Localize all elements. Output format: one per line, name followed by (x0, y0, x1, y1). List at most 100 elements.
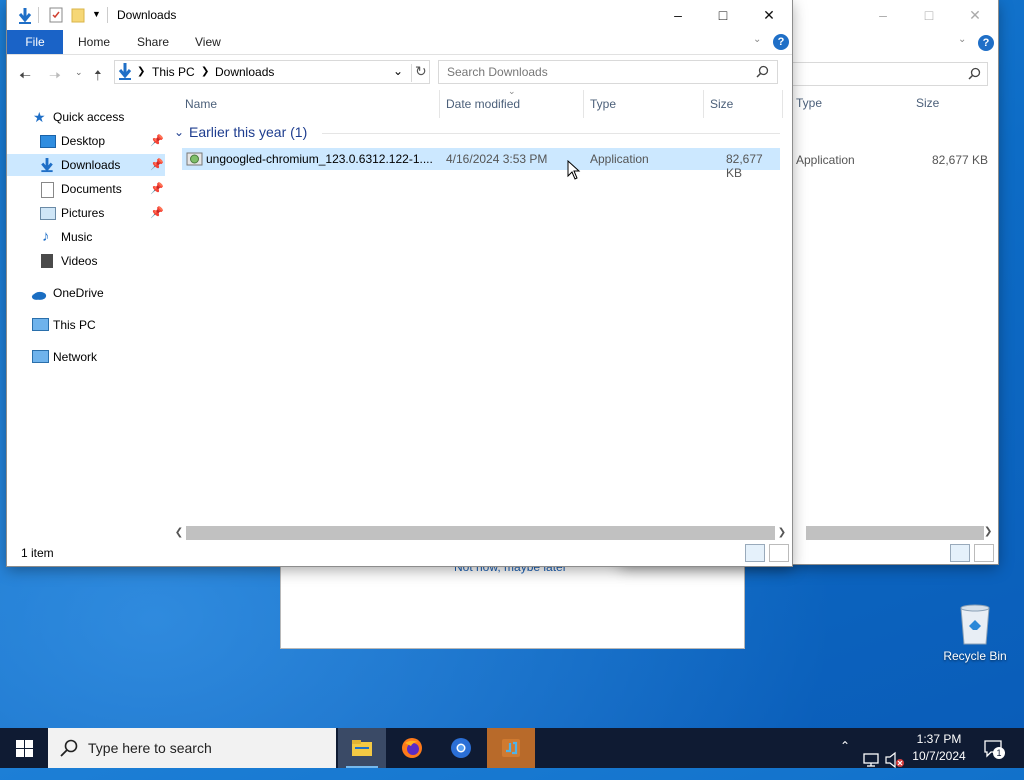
tab-share[interactable]: Share (137, 30, 169, 54)
back-minimize-button[interactable]: – (860, 0, 906, 30)
nav-item-onedrive[interactable]: OneDrive (7, 282, 165, 304)
app-icon (502, 739, 520, 757)
item-count: 1 item (21, 546, 54, 560)
search-icon[interactable] (756, 65, 769, 78)
pin-icon[interactable]: 📌 (150, 178, 164, 200)
back-maximize-button[interactable]: □ (906, 0, 952, 30)
titlebar-divider (38, 7, 39, 23)
navigation-bar: 🠠 🠢 ⌄ 🠡 ❯ This PC ❯ Downloads ⌄ ↻ Search… (7, 55, 792, 91)
address-bar[interactable]: ❯ This PC ❯ Downloads ⌄ ↻ (114, 60, 430, 84)
tab-file[interactable]: File (7, 30, 63, 54)
nav-item-videos[interactable]: Videos (7, 250, 165, 272)
downloads-folder-icon (18, 8, 32, 24)
explorer-window[interactable]: ▼ Downloads – □ ✕ File Home Share View ⌄… (7, 0, 792, 566)
address-dropdown-icon[interactable]: ⌄ (393, 64, 403, 78)
breadcrumb-downloads[interactable]: Downloads (215, 65, 274, 79)
ribbon-expand-icon[interactable]: ⌄ (753, 34, 761, 45)
computer-icon (32, 318, 49, 331)
nav-item-desktop[interactable]: Desktop 📌 (7, 130, 165, 152)
breadcrumb-separator-icon[interactable]: ❯ (137, 66, 145, 77)
group-header[interactable]: Earlier this year (1) (189, 124, 307, 140)
scrollbar-thumb[interactable] (186, 526, 775, 540)
up-arrow-icon[interactable]: 🠡 (94, 65, 102, 89)
refresh-icon[interactable]: ↻ (415, 63, 427, 80)
quick-access-toolbar-dropdown-icon[interactable]: ▼ (92, 9, 101, 19)
taskbar-chromium[interactable] (437, 728, 485, 768)
table-row[interactable]: ungoogled-chromium_123.0.6312.122-1.... … (182, 148, 780, 180)
back-tiles-view-button[interactable] (974, 544, 994, 562)
file-date-modified: 4/16/2024 3:53 PM (446, 152, 548, 166)
recent-locations-dropdown-icon[interactable]: ⌄ (75, 67, 83, 78)
tab-view[interactable]: View (195, 30, 221, 54)
back-col-size[interactable]: Size (916, 96, 939, 110)
horizontal-scrollbar[interactable]: ❮ ❯ (172, 526, 789, 540)
forward-arrow-icon[interactable]: 🠢 (49, 65, 61, 89)
breadcrumb-separator-icon-2[interactable]: ❯ (201, 66, 209, 77)
pin-icon[interactable]: 📌 (150, 154, 164, 176)
column-type[interactable]: Type (590, 92, 616, 116)
nav-item-label: Music (61, 230, 93, 244)
column-divider[interactable] (439, 90, 440, 118)
help-icon[interactable]: ? (773, 34, 789, 50)
taskbar-app[interactable] (487, 728, 535, 768)
scroll-right-icon[interactable]: ❯ (775, 526, 789, 540)
taskbar-search-box[interactable]: Type here to search (48, 728, 336, 768)
start-button[interactable] (0, 728, 48, 768)
taskbar-search-input[interactable]: Type here to search (88, 740, 212, 756)
pin-icon[interactable]: 📌 (150, 202, 164, 224)
nav-item-label: Pictures (61, 206, 105, 220)
minimize-button[interactable]: – (655, 0, 701, 30)
network-status-icon[interactable] (862, 740, 880, 780)
properties-icon[interactable] (49, 7, 63, 23)
action-center-button[interactable]: 1 (983, 738, 1005, 759)
column-divider-3[interactable] (703, 90, 704, 118)
tab-home[interactable]: Home (78, 30, 110, 54)
cloud-icon (31, 291, 47, 300)
recycle-bin-label: Recycle Bin (943, 649, 1007, 663)
recycle-bin[interactable]: Recycle Bin (940, 600, 1010, 663)
pin-icon[interactable]: 📌 (150, 130, 164, 152)
nav-item-label: Quick access (53, 110, 125, 124)
show-hidden-icons-chevron-icon[interactable]: ⌃ (840, 739, 850, 779)
maximize-button[interactable]: □ (700, 0, 746, 30)
nav-item-quick-access[interactable]: ★ Quick access (7, 106, 165, 128)
back-scroll-right-icon[interactable]: ❯ (984, 526, 992, 537)
group-collapse-chevron-icon[interactable]: ⌄ (174, 125, 184, 139)
mouse-cursor-icon (567, 160, 581, 180)
details-view-button[interactable] (745, 544, 765, 562)
nav-item-this-pc[interactable]: This PC (7, 314, 165, 336)
column-divider-2[interactable] (583, 90, 584, 118)
back-ribbon-expand-icon[interactable]: ⌄ (958, 34, 966, 45)
close-button[interactable]: ✕ (746, 0, 792, 30)
column-name[interactable]: Name (185, 92, 217, 116)
column-size[interactable]: Size (710, 92, 733, 116)
scroll-left-icon[interactable]: ❮ (172, 526, 186, 540)
search-input[interactable]: Search Downloads (447, 65, 548, 79)
back-details-view-button[interactable] (950, 544, 970, 562)
back-row-type: Application (796, 153, 855, 167)
back-search-box[interactable] (790, 62, 988, 86)
back-col-type[interactable]: Type (796, 96, 822, 110)
nav-item-network[interactable]: Network (7, 346, 165, 368)
new-folder-icon[interactable] (71, 7, 85, 23)
nav-item-music[interactable]: ♪ Music (7, 226, 165, 248)
back-help-icon[interactable]: ? (978, 35, 994, 51)
taskbar-clock[interactable]: 1:37 PM 10/7/2024 (906, 731, 972, 765)
taskbar-firefox[interactable] (388, 728, 436, 768)
back-arrow-icon[interactable]: 🠠 (19, 65, 31, 89)
nav-item-downloads[interactable]: Downloads 📌 (7, 154, 165, 176)
address-divider (411, 64, 412, 82)
file-name: ungoogled-chromium_123.0.6312.122-1.... (206, 152, 433, 166)
large-icons-view-button[interactable] (769, 544, 789, 562)
back-close-button[interactable]: ✕ (952, 0, 998, 30)
taskbar-file-explorer[interactable] (338, 728, 386, 768)
window-title: Downloads (117, 8, 177, 22)
back-scrollbar[interactable] (806, 526, 984, 540)
column-divider-4[interactable] (782, 90, 783, 118)
nav-item-pictures[interactable]: Pictures 📌 (7, 202, 165, 224)
search-box[interactable]: Search Downloads (438, 60, 778, 84)
nav-item-documents[interactable]: Documents 📌 (7, 178, 165, 200)
breadcrumb-this-pc[interactable]: This PC (152, 65, 195, 79)
volume-muted-icon[interactable] (885, 740, 905, 780)
desktop-icon (40, 135, 56, 148)
